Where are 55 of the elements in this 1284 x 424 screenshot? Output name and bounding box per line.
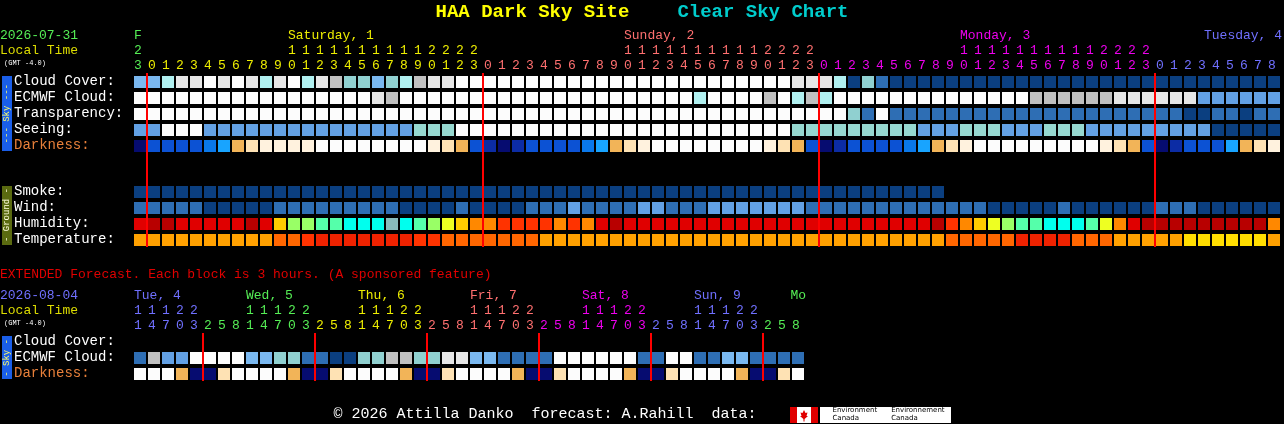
hour-digits: 11122	[134, 303, 204, 318]
hour-digits: 012345678901234567890123	[820, 58, 1157, 73]
flag-icon	[790, 406, 819, 423]
site-title: HAA Dark Sky Site	[435, 1, 630, 23]
hour-digits: 258	[764, 318, 806, 333]
chart-title: Clear Sky Chart	[677, 1, 849, 23]
hour-digits: 25814703	[204, 318, 316, 333]
local-time-label: Local Time	[0, 43, 78, 58]
row-label: ECMWF Cloud:	[13, 349, 116, 365]
day-label: Fri, 7	[470, 288, 517, 303]
hour-digits: 14703	[134, 318, 204, 333]
hour-digits: 11122	[582, 303, 652, 318]
row-label: Darkness:	[13, 137, 91, 153]
hour-digits: 11111111112222	[624, 43, 821, 58]
day-label: Sun, 9	[694, 288, 741, 303]
hour-digits: 3	[134, 58, 148, 73]
hour-digits: 2	[134, 43, 148, 58]
hour-digits: 012345678901234567890123	[148, 58, 485, 73]
credit-text: © 2026 Attilla Danko forecast: A.Rahill data:	[333, 406, 757, 423]
day-label: Thu, 6	[358, 288, 405, 303]
day-label: Saturday, 1	[288, 28, 374, 43]
row-label: Wind:	[13, 199, 57, 215]
day-label: F	[134, 28, 142, 43]
hour-digits: 11122	[470, 303, 540, 318]
row-label: Temperature:	[13, 231, 116, 247]
row-label: Darkness:	[13, 365, 91, 381]
extended-notice: EXTENDED Forecast. Each block is 3 hours. (A sponsored feature)	[0, 267, 493, 283]
forecast-date: 2026-08-04	[0, 288, 78, 303]
local-time-label: Local Time	[0, 303, 78, 318]
hour-digits: 25814703	[540, 318, 652, 333]
day-label: Tuesday, 4	[1204, 28, 1282, 43]
row-label: Cloud Cover:	[13, 73, 116, 89]
hour-digits: 11111111112222	[960, 43, 1157, 58]
hour-digits: 012345678901234567890123	[484, 58, 821, 73]
hour-digits: 25814703	[428, 318, 540, 333]
row-label: Smoke:	[13, 183, 66, 199]
day-label: Wed, 5	[246, 288, 293, 303]
hour-digits: 11122	[694, 303, 764, 318]
hour-digits: 11122	[358, 303, 428, 318]
day-label: Tue, 4	[134, 288, 181, 303]
row-label: Humidity:	[13, 215, 91, 231]
row-label: Seeing:	[13, 121, 74, 137]
day-label: Mo	[790, 288, 806, 303]
hour-digits: 11122	[246, 303, 316, 318]
row-label: Cloud Cover:	[13, 333, 116, 349]
row-label: Transparency:	[13, 105, 125, 121]
row-label: ECMWF Cloud:	[13, 89, 116, 105]
hour-digits: 25814703	[316, 318, 428, 333]
day-label: Sunday, 2	[624, 28, 695, 43]
forecast-date: 2026-07-31	[0, 28, 78, 43]
hour-digits: 25814703	[652, 318, 764, 333]
hour-digits: 11111111112222	[288, 43, 485, 58]
day-label: Monday, 3	[960, 28, 1031, 43]
hour-digits: 012345678	[1156, 58, 1282, 73]
day-label: Sat, 8	[582, 288, 629, 303]
